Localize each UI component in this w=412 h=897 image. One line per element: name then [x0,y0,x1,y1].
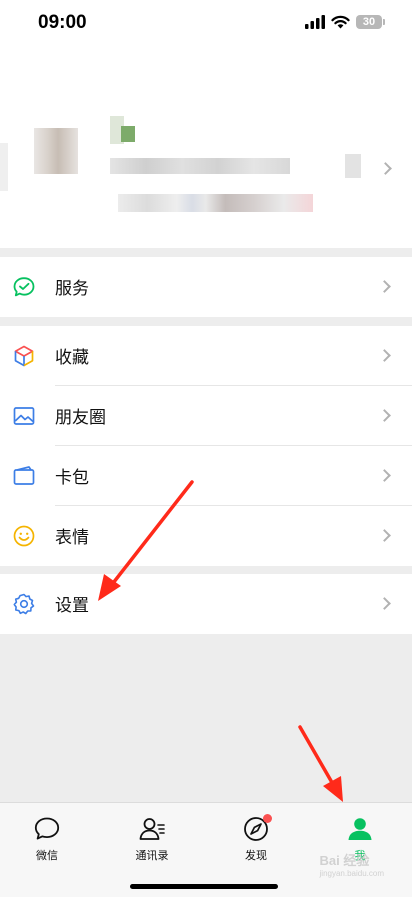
chevron-right-icon [378,349,391,362]
status-time: 09:00 [38,12,87,33]
avatar[interactable] [34,128,78,174]
menu-label-services: 服务 [55,279,89,299]
menu-item-stickers[interactable]: 表情 [0,506,412,566]
menu-item-cards[interactable]: 卡包 [0,446,412,506]
notification-dot [263,814,272,823]
tab-label-contacts: 通讯录 [135,849,169,862]
annotation-arrow-me-tab [298,725,343,802]
chevron-right-icon [378,529,391,542]
menu-item-favorites[interactable]: 收藏 [0,326,412,386]
menu-label-moments: 朋友圈 [55,408,106,428]
chevron-right-icon [378,280,391,293]
menu-item-moments[interactable]: 朋友圈 [0,386,412,446]
menu-item-services[interactable]: 服务 [0,257,412,317]
profile-header[interactable] [0,48,412,248]
avatar-edge [0,143,8,191]
nickname-blur [121,126,135,142]
services-group: 服务 [0,257,412,317]
gear-icon [13,593,35,615]
chat-bubble-icon [34,817,60,840]
signal-icon [305,15,325,29]
watermark: Bai 经验 jingyan.baidu.com [320,850,384,878]
tab-label-discover: 发现 [245,849,267,862]
battery-icon: 30 [356,15,385,29]
wifi-icon [331,15,350,29]
contacts-icon [139,818,165,840]
watermark-brand: Bai 经验 [319,853,370,868]
menu-label-settings: 设置 [55,596,89,616]
qr-blur [345,154,361,178]
home-indicator[interactable] [130,884,278,889]
chevron-right-icon [378,597,391,610]
chevron-right-icon [378,469,391,482]
menu-label-stickers: 表情 [55,528,89,548]
status-blur [118,194,313,212]
menu-label-cards: 卡包 [55,468,89,488]
moments-icon [13,407,35,425]
status-icons: 30 [305,15,385,29]
menu-label-favorites: 收藏 [55,348,89,368]
settings-group: 设置 [0,574,412,634]
tab-chats[interactable]: 微信 [7,815,87,863]
tab-contacts[interactable]: 通讯录 [112,815,192,863]
favorites-icon [14,345,34,367]
chevron-right-icon [379,162,392,175]
watermark-sub: jingyan.baidu.com [319,869,384,878]
battery-level: 30 [362,16,376,28]
tab-label-chats: 微信 [36,849,58,862]
status-bar: 09:00 30 [0,0,412,48]
wechat-id-blur [110,158,290,174]
services-icon [13,277,35,297]
chevron-right-icon [378,409,391,422]
card-wallet-icon [13,466,35,485]
person-icon [348,818,372,840]
content-group: 收藏 朋友圈 卡包 表情 [0,326,412,566]
menu-item-settings[interactable]: 设置 [0,574,412,634]
tab-discover[interactable]: 发现 [216,814,296,863]
sticker-face-icon [13,525,35,547]
